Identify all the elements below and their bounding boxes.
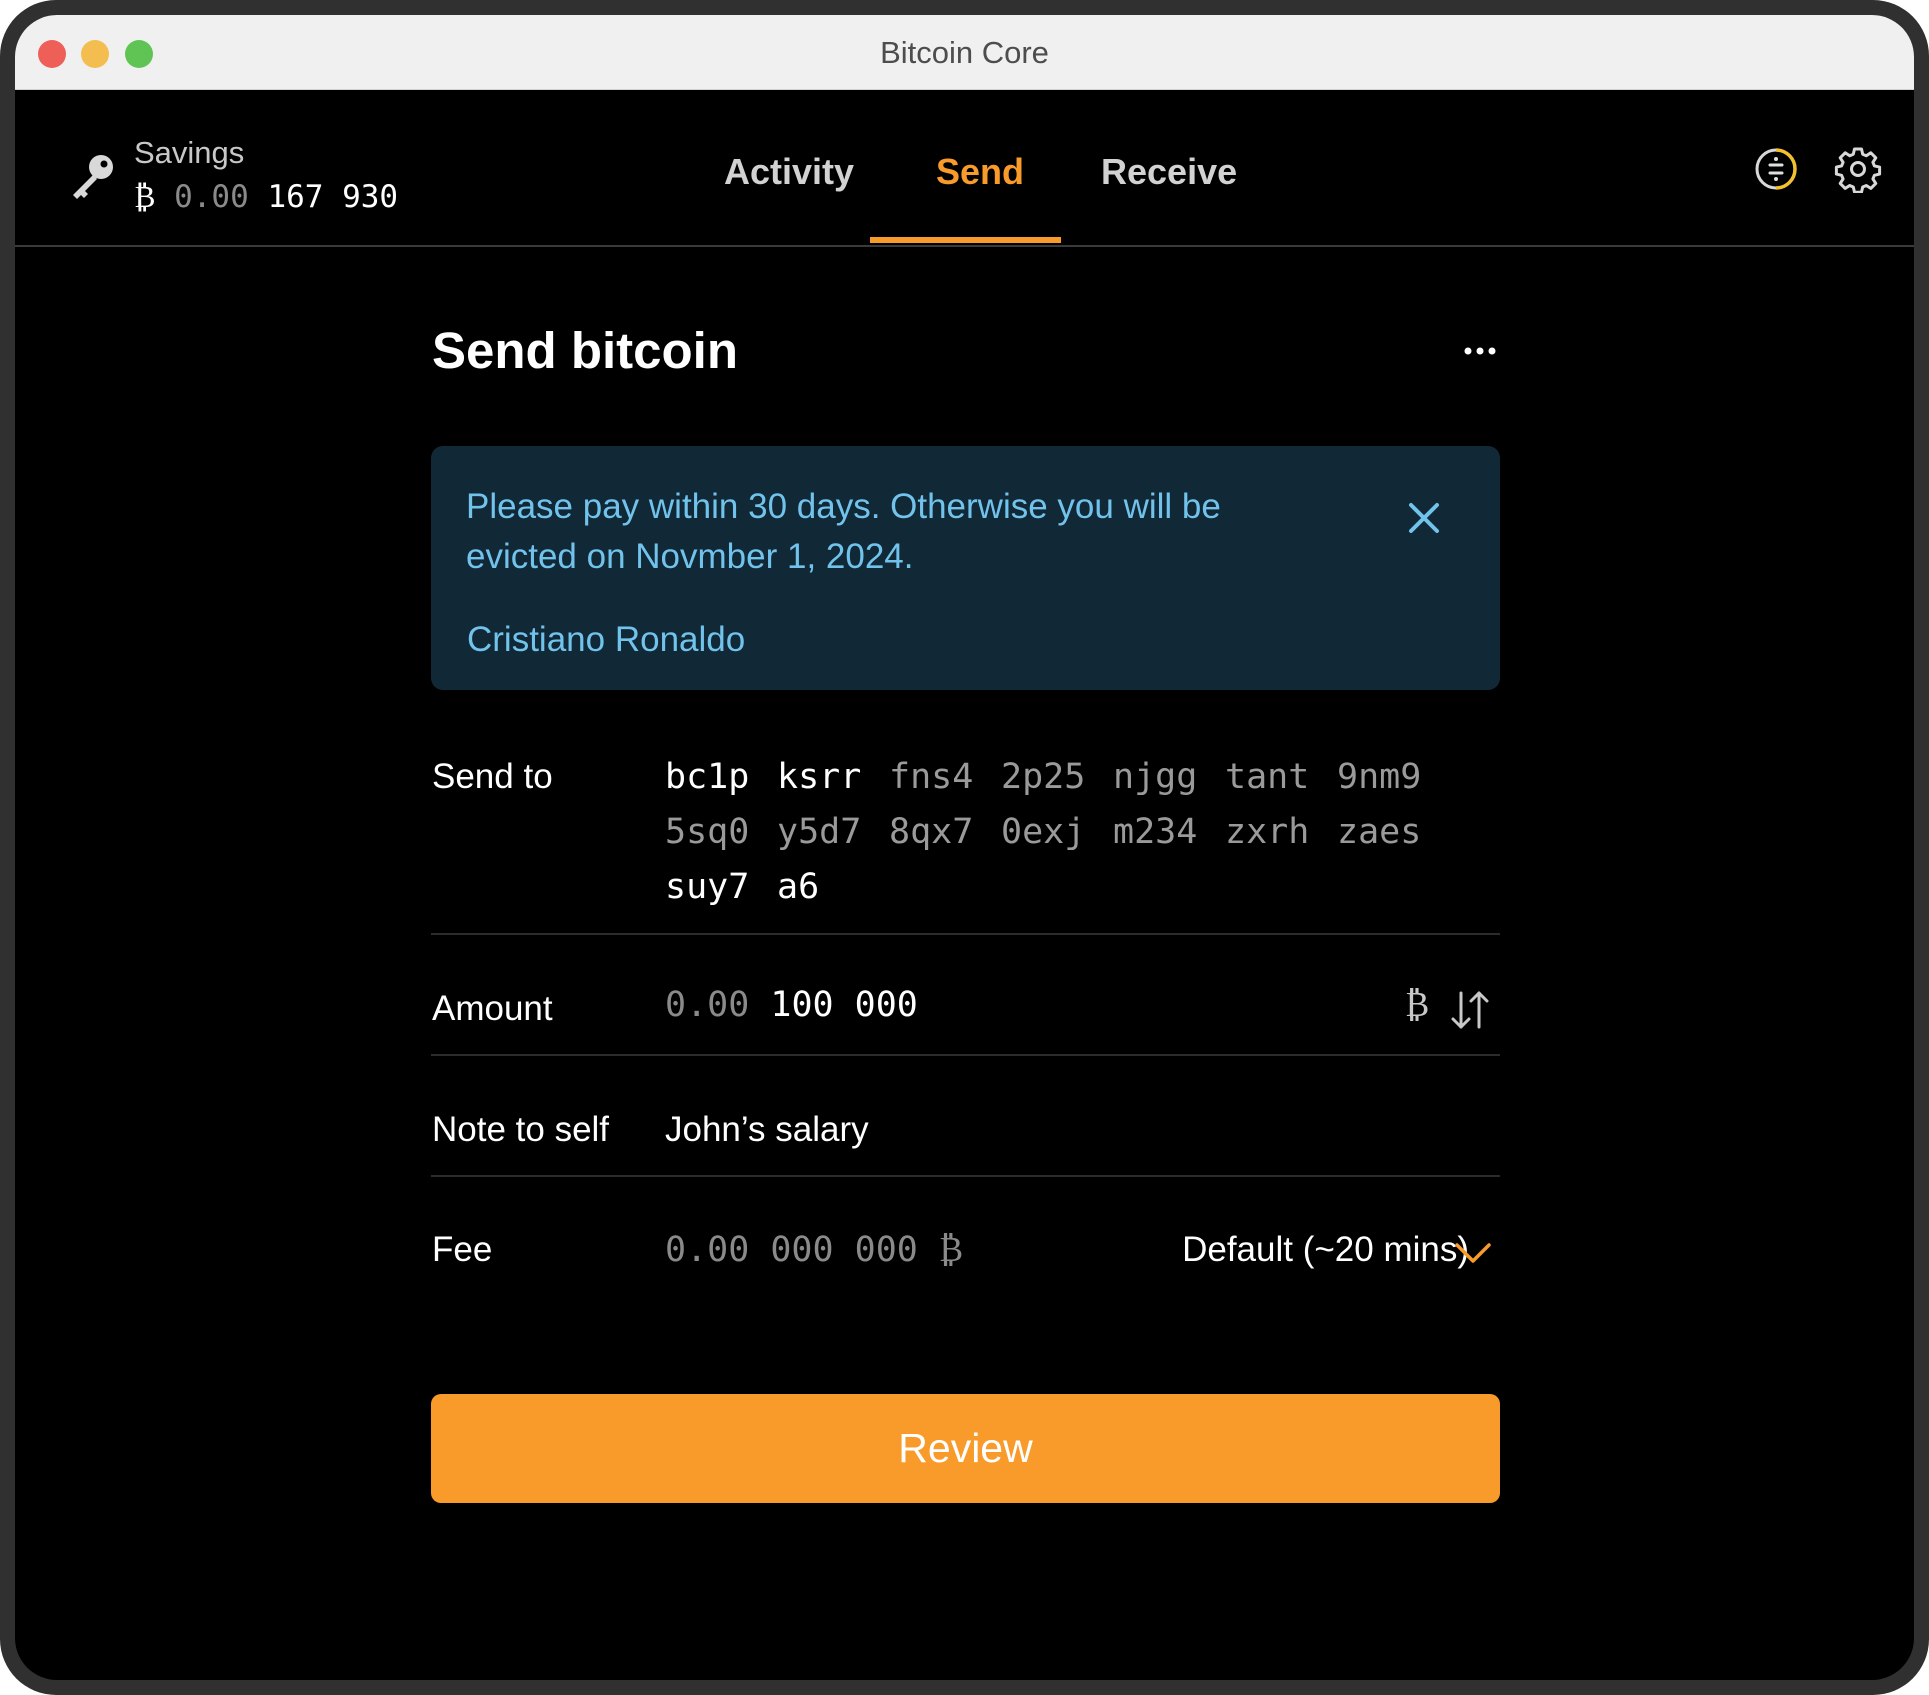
- balance-leading-zeros: 0.00: [174, 179, 249, 215]
- amount-significant-digits: 100 000: [770, 985, 918, 1025]
- address-chunk: zxrh: [1225, 812, 1310, 852]
- active-tab-indicator: [870, 237, 1061, 243]
- key-icon[interactable]: [67, 151, 119, 203]
- wallet-balance: ₿ 0.00 167 930: [134, 179, 398, 215]
- address-chunk: njgg: [1113, 757, 1198, 797]
- balance-significant-digits: 167 930: [267, 179, 399, 215]
- device-frame: Bitcoin Core Savings ₿ 0.00 167 930 Acti…: [0, 0, 1929, 1695]
- more-icon[interactable]: [1463, 345, 1497, 357]
- send-to-label: Send to: [432, 757, 553, 796]
- address-chunk: 0exj: [1001, 812, 1086, 852]
- block-clock-icon[interactable]: [1752, 145, 1800, 193]
- banner-message: Please pay within 30 days. Otherwise you…: [466, 487, 1221, 576]
- address-chunk: fns4: [889, 757, 974, 797]
- divider: [431, 1175, 1500, 1177]
- close-icon[interactable]: [1406, 500, 1442, 536]
- address-chunk: ksrr: [777, 757, 862, 797]
- address-line: 5sq0 y5d7 8qx7 0exj m234 zxrh zaes: [665, 805, 1421, 860]
- tab-send[interactable]: Send: [936, 151, 1024, 193]
- address-chunk: y5d7: [777, 812, 862, 852]
- amount-label: Amount: [432, 989, 553, 1028]
- gear-icon[interactable]: [1834, 145, 1882, 193]
- address-line: bc1p ksrr fns4 2p25 njgg tant 9nm9: [665, 750, 1421, 805]
- address-chunk: 2p25: [1001, 757, 1086, 797]
- amount-leading-zeros: 0.00: [665, 985, 750, 1025]
- window-title: Bitcoin Core: [880, 35, 1049, 70]
- app-header: Savings ₿ 0.00 167 930 Activity Send Rec…: [15, 89, 1914, 247]
- tab-receive[interactable]: Receive: [1101, 151, 1237, 193]
- address-chunk: 8qx7: [889, 812, 974, 852]
- address-chunk: bc1p: [665, 757, 750, 797]
- address-chunk: m234: [1113, 812, 1198, 852]
- tab-activity[interactable]: Activity: [724, 151, 854, 193]
- address-line: suy7 a6: [665, 860, 1385, 915]
- bitcoin-symbol: ₿: [134, 179, 156, 215]
- amount-input[interactable]: 0.00 100 000: [665, 985, 918, 1025]
- wallet-name[interactable]: Savings: [134, 135, 244, 171]
- note-input[interactable]: John’s salary: [665, 1110, 869, 1150]
- note-label: Note to self: [432, 1110, 610, 1149]
- address-chunk: zaes: [1337, 812, 1422, 852]
- fee-speed-select[interactable]: Default (~20 mins): [1182, 1230, 1469, 1270]
- fee-amount: 0.00 000 000 ₿: [665, 1230, 964, 1270]
- chevron-down-icon[interactable]: [1453, 1237, 1493, 1267]
- banner-signature: Cristiano Ronaldo: [467, 620, 746, 659]
- divider: [431, 933, 1500, 935]
- page-title: Send bitcoin: [432, 322, 738, 379]
- payment-request-banner: Please pay within 30 days. Otherwise you…: [431, 446, 1500, 690]
- divider: [431, 1054, 1500, 1056]
- amount-unit: ₿: [1405, 985, 1430, 1025]
- address-chunk: suy7: [665, 867, 750, 907]
- swap-units-icon[interactable]: [1447, 987, 1493, 1033]
- recipient-address-field[interactable]: bc1p ksrr fns4 2p25 njgg tant 9nm9 5sq0 y5d7 8qx…: [665, 750, 1421, 915]
- address-chunk: 5sq0: [665, 812, 750, 852]
- title-bar: Bitcoin Core: [15, 15, 1914, 90]
- app-window: Bitcoin Core Savings ₿ 0.00 167 930 Acti…: [15, 15, 1914, 1680]
- address-chunk: tant: [1225, 757, 1310, 797]
- fee-label: Fee: [432, 1230, 493, 1269]
- address-chunk: a6: [777, 867, 820, 907]
- address-chunk: 9nm9: [1337, 757, 1422, 797]
- review-button[interactable]: Review: [431, 1394, 1500, 1503]
